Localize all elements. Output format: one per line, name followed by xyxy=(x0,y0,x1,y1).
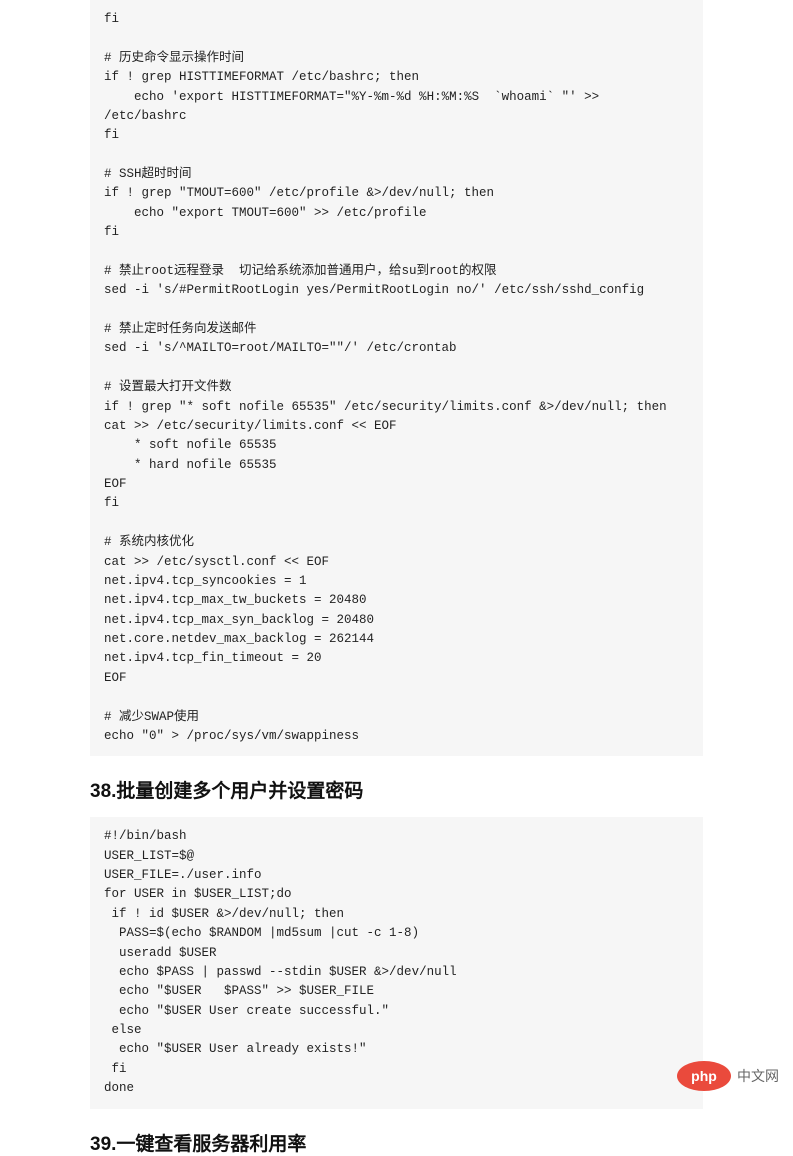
site-logo: php 中文网 xyxy=(677,1061,779,1091)
site-logo-label: 中文网 xyxy=(737,1066,779,1086)
heading-38: 38.批量创建多个用户并设置密码 xyxy=(90,776,703,803)
heading-39: 39.一键查看服务器利用率 xyxy=(90,1129,703,1156)
code-block-2: #!/bin/bash USER_LIST=$@ USER_FILE=./use… xyxy=(90,817,703,1108)
php-logo-icon: php xyxy=(677,1061,731,1091)
code-block-1: fi # 历史命令显示操作时间 if ! grep HISTTIMEFORMAT… xyxy=(90,0,703,756)
